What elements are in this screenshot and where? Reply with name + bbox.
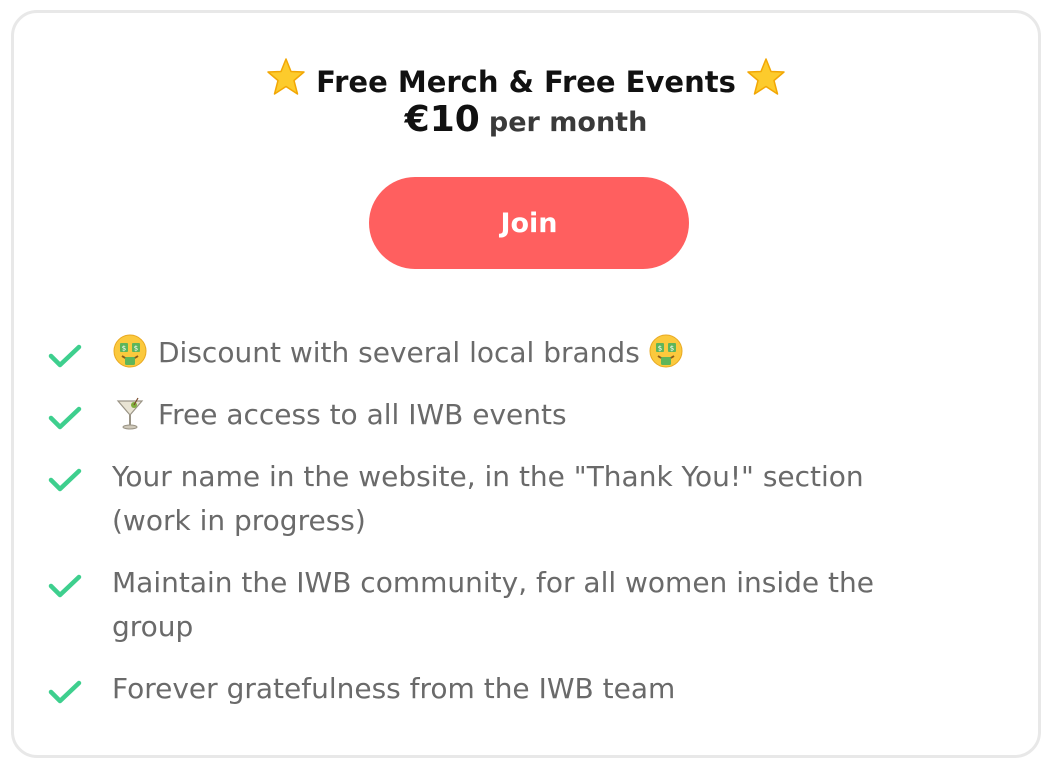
benefit-text: Free access to all IWB events — [158, 398, 567, 431]
benefit-text: Forever gratefulness from the IWB team — [112, 672, 676, 705]
star-icon — [266, 57, 306, 97]
benefit-item: Maintain the IWB community, for all wome… — [44, 561, 944, 649]
price-line: €10 per month — [14, 99, 1038, 140]
money-mouth-face-icon: $ $ — [648, 333, 684, 369]
checkmark-icon — [48, 573, 82, 599]
join-button[interactable]: Join — [369, 177, 689, 269]
svg-text:$: $ — [658, 345, 662, 353]
membership-tier-card: Free Merch & Free Events €10 per month J… — [11, 10, 1041, 758]
svg-text:$: $ — [134, 345, 138, 353]
benefit-text: Maintain the IWB community, for all wome… — [112, 566, 874, 643]
tier-title-row: Free Merch & Free Events — [14, 57, 1038, 102]
benefit-text: Your name in the website, in the "Thank … — [112, 460, 864, 537]
benefit-text: Discount with several local brands — [158, 336, 640, 369]
svg-text:$: $ — [670, 345, 674, 353]
checkmark-icon — [48, 467, 82, 493]
checkmark-icon — [48, 405, 82, 431]
checkmark-icon — [48, 679, 82, 705]
checkmark-icon — [48, 343, 82, 369]
benefit-item: $ $ Discount with several local brands $… — [44, 331, 944, 375]
benefit-item: Forever gratefulness from the IWB team — [44, 667, 944, 711]
benefits-list: $ $ Discount with several local brands $… — [44, 331, 944, 729]
benefit-item: Your name in the website, in the "Thank … — [44, 455, 944, 543]
price-amount: €10 — [404, 99, 480, 140]
tier-title: Free Merch & Free Events — [316, 65, 736, 99]
svg-text:$: $ — [122, 345, 126, 353]
star-icon — [746, 57, 786, 97]
benefit-item: Free access to all IWB events — [44, 393, 944, 437]
price-period: per month — [488, 107, 648, 138]
cocktail-glass-icon — [112, 395, 148, 431]
money-mouth-face-icon: $ $ — [112, 333, 148, 369]
